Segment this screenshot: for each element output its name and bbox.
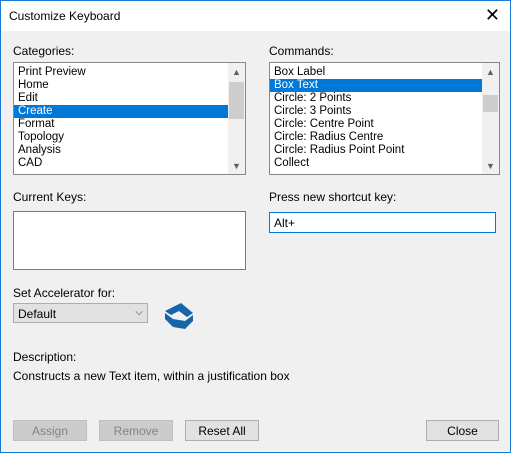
categories-listbox[interactable]: Print Preview Home Edit Create Format Topolog… (13, 62, 246, 175)
list-item[interactable]: Home (14, 79, 245, 92)
list-item[interactable]: Circle: Centre Point (270, 118, 499, 131)
accelerator-label: Set Accelerator for: (13, 286, 116, 300)
app-logo-icon (165, 303, 193, 329)
current-keys-label: Current Keys: (13, 190, 87, 204)
remove-button[interactable]: Remove (99, 420, 173, 441)
title-bar: Customize Keyboard ✕ (1, 1, 510, 31)
scroll-up-arrow-icon[interactable]: ▲ (482, 63, 499, 80)
list-item[interactable]: Box Label (270, 66, 499, 79)
list-item[interactable]: Edit (14, 92, 245, 105)
list-item[interactable]: Format (14, 118, 245, 131)
list-item[interactable]: CAD (14, 157, 245, 170)
list-item[interactable]: Print Preview (14, 66, 245, 79)
scroll-up-arrow-icon[interactable]: ▲ (228, 63, 245, 80)
scroll-down-arrow-icon[interactable]: ▼ (228, 157, 245, 174)
accelerator-select[interactable]: Default ⌵ (13, 303, 148, 323)
commands-listbox[interactable]: Box Label Box Text Circle: 2 Points Circle:… (269, 62, 500, 175)
description-text: Constructs a new Text item, within a jus… (13, 369, 290, 383)
accelerator-value: Default (18, 307, 57, 321)
chevron-down-icon: ⌵ (135, 307, 143, 318)
reset-all-button[interactable]: Reset All (185, 420, 259, 441)
close-button[interactable]: Close (426, 420, 499, 441)
description-label: Description: (13, 350, 77, 364)
list-item[interactable]: Circle: 2 Points (270, 92, 499, 105)
list-item[interactable]: Circle: Radius Point Point (270, 144, 499, 157)
list-item[interactable]: Analysis (14, 144, 245, 157)
close-icon[interactable]: ✕ (485, 6, 500, 24)
categories-scrollbar[interactable]: ▲ ▼ (228, 63, 245, 174)
scroll-thumb[interactable] (483, 95, 498, 112)
list-item[interactable]: Collect (270, 157, 499, 170)
customize-keyboard-dialog: Customize Keyboard ✕ Categories: Print P… (0, 0, 511, 453)
commands-label: Commands: (269, 44, 334, 58)
list-item[interactable]: Circle: Radius Centre (270, 131, 499, 144)
list-item[interactable]: Circle: 3 Points (270, 105, 499, 118)
shortcut-label: Press new shortcut key: (269, 190, 397, 204)
current-keys-listbox[interactable] (13, 211, 246, 270)
commands-scrollbar[interactable]: ▲ ▼ (482, 63, 499, 174)
scroll-down-arrow-icon[interactable]: ▼ (482, 157, 499, 174)
list-item[interactable]: Box Text (270, 79, 499, 92)
list-item[interactable]: Topology (14, 131, 245, 144)
shortcut-input[interactable] (269, 212, 496, 233)
list-item[interactable]: Create (14, 105, 245, 118)
assign-button[interactable]: Assign (13, 420, 87, 441)
scroll-thumb[interactable] (229, 82, 244, 119)
window-title: Customize Keyboard (9, 9, 121, 23)
categories-label: Categories: (13, 44, 75, 58)
